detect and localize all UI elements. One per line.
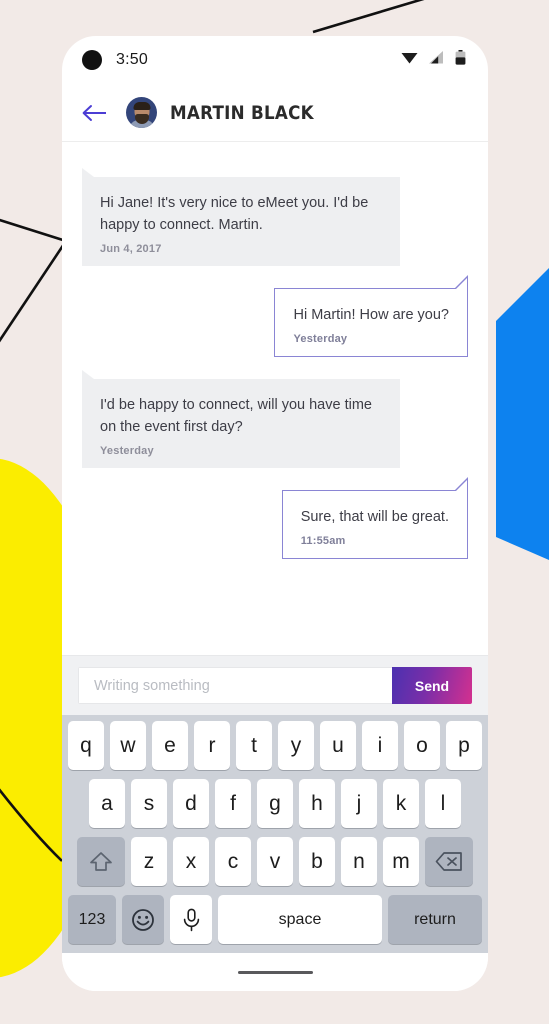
- status-time: 3:50: [116, 51, 148, 68]
- status-icon-group: [401, 50, 466, 70]
- key-b[interactable]: b: [299, 837, 335, 886]
- key-i[interactable]: i: [362, 721, 398, 770]
- key-a[interactable]: a: [89, 779, 125, 828]
- message-text: Hi Martin! How are you?: [293, 307, 449, 323]
- key-o[interactable]: o: [404, 721, 440, 770]
- message-input[interactable]: [78, 667, 392, 704]
- message-timestamp: 11:55am: [300, 535, 346, 547]
- status-bar: 3:50: [62, 36, 488, 84]
- message-bubble-outgoing[interactable]: Hi Martin! How are you? Yesterday: [274, 275, 468, 357]
- key-s[interactable]: s: [131, 779, 167, 828]
- microphone-icon: [183, 908, 199, 931]
- key-j[interactable]: j: [341, 779, 377, 828]
- battery-icon: [455, 50, 466, 70]
- shift-key[interactable]: [77, 837, 125, 886]
- keyboard-row-3: z x c v b n m: [65, 837, 485, 886]
- home-indicator-area: [62, 953, 488, 991]
- key-q[interactable]: q: [68, 721, 104, 770]
- key-r[interactable]: r: [194, 721, 230, 770]
- numbers-key[interactable]: 123: [68, 895, 116, 944]
- message-timestamp: Jun 4, 2017: [100, 243, 162, 255]
- backspace-key[interactable]: [425, 837, 473, 886]
- emoji-key[interactable]: [122, 895, 164, 944]
- key-l[interactable]: l: [425, 779, 461, 828]
- key-n[interactable]: n: [341, 837, 377, 886]
- key-t[interactable]: t: [236, 721, 272, 770]
- key-v[interactable]: v: [257, 837, 293, 886]
- message-timestamp: Yesterday: [100, 445, 154, 457]
- send-button[interactable]: Send: [392, 667, 472, 704]
- black-line-left-lower-shape: [0, 240, 68, 343]
- message-composer: Send: [62, 655, 488, 715]
- message-row: Sure, that will be great. 11:55am: [82, 477, 469, 559]
- key-e[interactable]: e: [152, 721, 188, 770]
- keyboard-row-1: q w e r t y u i o p: [65, 721, 485, 770]
- key-g[interactable]: g: [257, 779, 293, 828]
- message-bubble-incoming[interactable]: I'd be happy to connect, will you have t…: [82, 370, 400, 468]
- wifi-icon: [401, 51, 418, 69]
- key-w[interactable]: w: [110, 721, 146, 770]
- key-h[interactable]: h: [299, 779, 335, 828]
- key-z[interactable]: z: [131, 837, 167, 886]
- keyboard-row-2: a s d f g h j k l: [65, 779, 485, 828]
- message-bubble-outgoing[interactable]: Sure, that will be great. 11:55am: [281, 477, 469, 559]
- space-key[interactable]: space: [218, 895, 382, 944]
- microphone-key[interactable]: [170, 895, 212, 944]
- message-row: I'd be happy to connect, will you have t…: [82, 370, 468, 468]
- keyboard-row-4: 123 space return: [65, 895, 485, 944]
- blue-polygon-shape: [496, 268, 549, 560]
- black-line-top-right-shape: [312, 0, 425, 34]
- message-row: Hi Martin! How are you? Yesterday: [82, 275, 468, 357]
- key-c[interactable]: c: [215, 837, 251, 886]
- key-p[interactable]: p: [446, 721, 482, 770]
- message-list[interactable]: Hi Jane! It's very nice to eMeet you. I'…: [62, 142, 488, 655]
- home-indicator[interactable]: [237, 970, 313, 974]
- message-timestamp: Yesterday: [293, 333, 348, 345]
- avatar[interactable]: [126, 97, 157, 128]
- key-m[interactable]: m: [383, 837, 419, 886]
- back-button[interactable]: [82, 102, 108, 124]
- message-text: Hi Jane! It's very nice to eMeet you. I'…: [100, 195, 369, 233]
- key-f[interactable]: f: [215, 779, 251, 828]
- composer-inner: Send: [78, 667, 472, 704]
- avatar-hair: [133, 102, 150, 111]
- backspace-delete-icon: [435, 852, 462, 871]
- page-title: MARTIN BLACK: [170, 101, 314, 124]
- key-d[interactable]: d: [173, 779, 209, 828]
- chat-header: MARTIN BLACK: [62, 84, 488, 142]
- message-text: I'd be happy to connect, will you have t…: [100, 397, 372, 435]
- key-x[interactable]: x: [173, 837, 209, 886]
- phone-frame: 3:50 MARTIN BLACK Hi Jane! It's very nic…: [62, 36, 488, 991]
- black-line-left-upper-shape: [0, 218, 67, 243]
- message-row: Hi Jane! It's very nice to eMeet you. I'…: [82, 168, 468, 266]
- key-u[interactable]: u: [320, 721, 356, 770]
- shift-up-arrow-icon: [90, 851, 112, 871]
- key-y[interactable]: y: [278, 721, 314, 770]
- front-camera-icon: [82, 50, 102, 70]
- message-bubble-incoming[interactable]: Hi Jane! It's very nice to eMeet you. I'…: [82, 168, 400, 266]
- message-text: Sure, that will be great.: [300, 509, 449, 525]
- on-screen-keyboard: q w e r t y u i o p a s d f g h j k l z …: [62, 715, 488, 953]
- smiley-face-icon: [132, 908, 154, 931]
- return-key[interactable]: return: [388, 895, 482, 944]
- arrow-left-icon: [82, 104, 106, 121]
- key-k[interactable]: k: [383, 779, 419, 828]
- cellular-signal-icon: [429, 51, 444, 69]
